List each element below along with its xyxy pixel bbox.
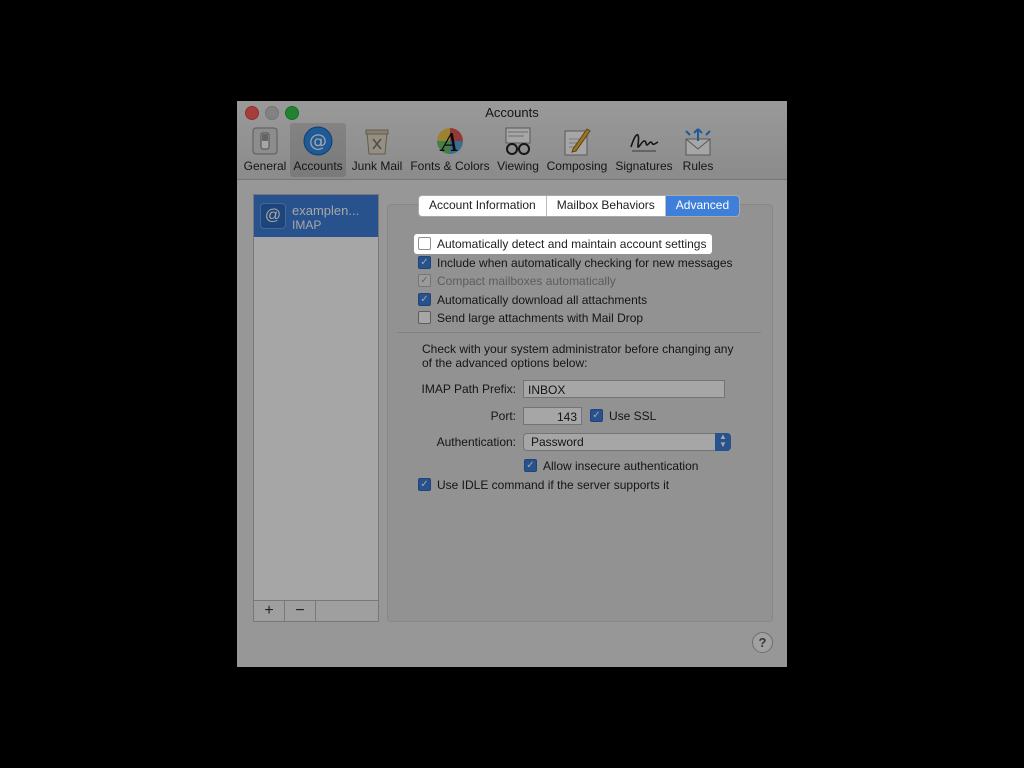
use-ssl-option[interactable]: ✓ Use SSL xyxy=(590,408,656,424)
advanced-note: Check with your system administrator bef… xyxy=(422,342,734,370)
idle-checkbox[interactable]: ✓ xyxy=(418,478,431,492)
port-field[interactable]: 143 xyxy=(523,407,582,425)
include-check-label: Include when automatically checking for … xyxy=(437,256,733,270)
tab-advanced[interactable]: Advanced xyxy=(665,196,740,216)
help-button[interactable]: ? xyxy=(752,632,773,653)
spotlight-highlight: Automatically detect and maintain accoun… xyxy=(414,234,712,254)
mail-drop-checkbox[interactable] xyxy=(418,311,431,325)
signature-icon xyxy=(630,133,659,152)
include-check-option[interactable]: ✓ Include when automatically checking for… xyxy=(418,255,733,271)
toolbar-accounts[interactable]: @ Accounts xyxy=(290,123,346,177)
tab-mailbox-behaviors[interactable]: Mailbox Behaviors xyxy=(547,196,666,216)
divider xyxy=(397,332,761,333)
at-icon: @ xyxy=(303,126,333,156)
tab-account-information[interactable]: Account Information xyxy=(419,196,547,216)
insecure-auth-option[interactable]: ✓ Allow insecure authentication xyxy=(524,458,698,474)
use-ssl-checkbox[interactable]: ✓ xyxy=(590,409,603,423)
glasses-icon xyxy=(505,127,531,155)
toolbar-label: Rules xyxy=(682,159,714,173)
toolbar-general[interactable]: General xyxy=(243,123,287,177)
toolbar-label: Signatures xyxy=(615,159,673,173)
toolbar-label: Accounts xyxy=(293,159,343,173)
download-attachments-label: Automatically download all attachments xyxy=(437,293,648,307)
include-check-checkbox[interactable]: ✓ xyxy=(418,256,431,270)
download-attachments-checkbox[interactable]: ✓ xyxy=(418,293,431,307)
remove-account-button[interactable]: − xyxy=(285,601,316,621)
compact-option: ✓ Compact mailboxes automatically xyxy=(418,273,616,289)
account-type: IMAP xyxy=(292,218,322,232)
toolbar-viewing[interactable]: Viewing xyxy=(495,123,541,177)
authentication-value: Password xyxy=(531,435,584,449)
window-title: Accounts xyxy=(485,105,539,120)
at-icon: @ xyxy=(260,203,286,229)
toolbar-label: Junk Mail xyxy=(351,159,403,173)
idle-option[interactable]: ✓ Use IDLE command if the server supports… xyxy=(418,477,669,493)
account-name: examplen... xyxy=(292,203,360,218)
insecure-auth-label: Allow insecure authentication xyxy=(543,459,699,473)
insecure-auth-checkbox[interactable]: ✓ xyxy=(524,459,537,473)
authentication-label: Authentication: xyxy=(436,435,516,449)
toolbar-label: Composing xyxy=(546,159,608,173)
chevron-up-down-icon: ▲ ▼ xyxy=(715,433,731,451)
toolbar-composing[interactable]: Composing xyxy=(544,123,610,177)
download-attachments-option[interactable]: ✓ Automatically download all attachments xyxy=(418,292,647,308)
account-tabs: Account Information Mailbox Behaviors Ad… xyxy=(418,195,741,217)
account-list-item[interactable]: @ examplen... IMAP xyxy=(254,195,378,237)
mail-drop-option[interactable]: Send large attachments with Mail Drop xyxy=(418,310,643,326)
toolbar-label: General xyxy=(243,159,287,173)
toolbar-rules[interactable]: Rules xyxy=(678,123,718,177)
idle-label: Use IDLE command if the server supports … xyxy=(437,478,670,492)
add-account-button[interactable]: + xyxy=(254,601,285,621)
pencil-icon xyxy=(564,128,591,156)
toolbar-fonts-colors[interactable]: A Fonts & Colors xyxy=(409,123,491,177)
auto-detect-option-spotlight[interactable]: Automatically detect and maintain accoun… xyxy=(418,236,706,252)
use-ssl-label: Use SSL xyxy=(609,409,657,423)
compact-label: Compact mailboxes automatically xyxy=(437,274,616,288)
account-list-controls: + − xyxy=(253,600,379,622)
switch-icon xyxy=(252,127,278,155)
toolbar-label: Fonts & Colors xyxy=(410,159,490,173)
svg-text:A: A xyxy=(439,129,458,157)
trash-icon xyxy=(365,129,389,155)
toolbar-label: Viewing xyxy=(497,159,539,173)
rules-icon xyxy=(685,128,711,156)
port-label: Port: xyxy=(490,409,516,423)
svg-text:@: @ xyxy=(309,131,327,152)
authentication-select[interactable]: Password ▲ ▼ xyxy=(523,433,731,451)
toolbar-signatures[interactable]: Signatures xyxy=(613,123,675,177)
auto-detect-label-spotlight: Automatically detect and maintain accoun… xyxy=(437,237,707,251)
fonts-colors-icon: A xyxy=(437,128,463,157)
accounts-window: Accounts General @ Accounts Junk Mail A … xyxy=(237,101,787,667)
account-list[interactable]: @ examplen... IMAP xyxy=(253,194,379,622)
title-bar: Accounts General @ Accounts Junk Mail A … xyxy=(237,101,787,180)
toolbar-junk-mail[interactable]: Junk Mail xyxy=(349,123,405,177)
compact-checkbox: ✓ xyxy=(418,274,431,288)
mail-drop-label: Send large attachments with Mail Drop xyxy=(437,311,644,325)
imap-prefix-field[interactable]: INBOX xyxy=(523,380,725,398)
auto-detect-checkbox-spotlight[interactable] xyxy=(418,237,431,251)
imap-prefix-label: IMAP Path Prefix: xyxy=(421,382,516,396)
